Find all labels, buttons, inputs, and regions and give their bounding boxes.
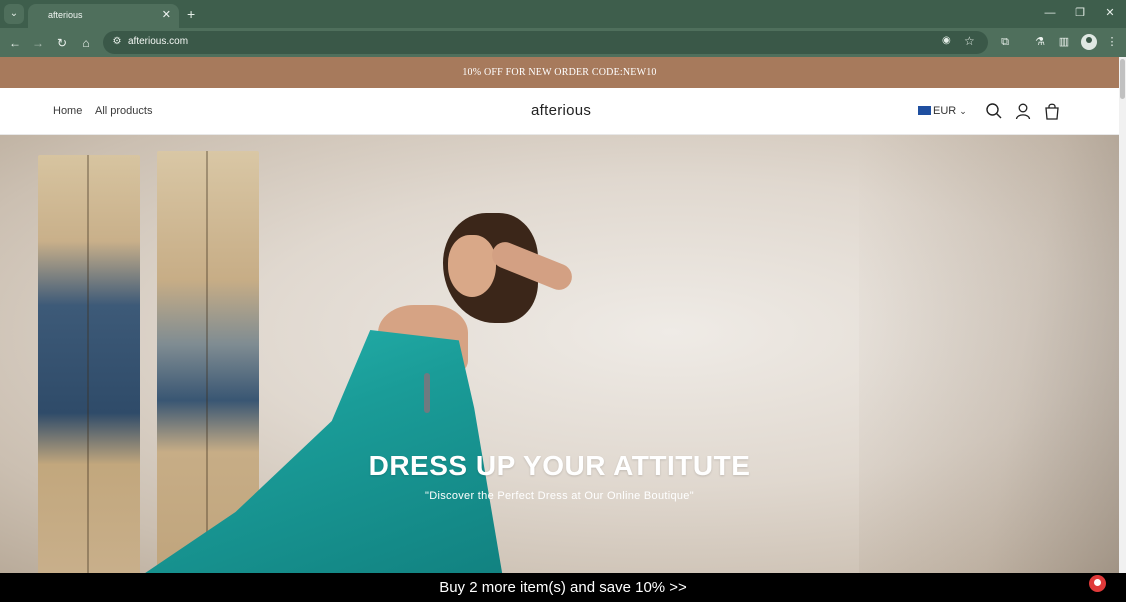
window-close-button[interactable]: ✕ [1098, 4, 1122, 22]
currency-label: EUR [933, 105, 957, 117]
nav-all-products-link[interactable]: All products [95, 105, 152, 117]
site-header: Home All products afterious EUR ⌄ [0, 88, 1119, 135]
model-face-image [448, 235, 496, 297]
account-icon[interactable] [1014, 102, 1032, 120]
forward-arrow-icon[interactable]: → [28, 33, 48, 53]
home-icon[interactable]: ⌂ [76, 33, 96, 53]
currency-selector[interactable]: EUR ⌄ [918, 105, 967, 117]
browser-tab-bar: ⌄ afterious ✕ + — ❐ ✕ [0, 0, 1126, 28]
extensions-icon[interactable]: ⧉ [997, 34, 1013, 50]
tab-title: afterious [48, 10, 83, 20]
hero-wall-shadow [859, 135, 1119, 573]
more-menu-icon[interactable]: ⋮ [1104, 34, 1120, 50]
page-scrollbar[interactable] [1119, 57, 1126, 602]
side-panel-icon[interactable]: ▥ [1056, 34, 1072, 50]
window-restore-button[interactable]: ❐ [1068, 4, 1092, 22]
hero-banner: DRESS UP YOUR ATTITUTE "Discover the Per… [0, 135, 1119, 573]
new-tab-button[interactable]: + [187, 4, 201, 24]
window-minimize-button[interactable]: — [1038, 4, 1062, 22]
site-info-icon[interactable]: ⚙ [110, 35, 124, 49]
hero-subtitle: "Discover the Perfect Dress at Our Onlin… [425, 490, 694, 502]
scrollbar-thumb[interactable] [1120, 59, 1125, 99]
site-logo[interactable]: afterious [531, 102, 591, 119]
address-bar[interactable]: ⚙ afterious.com ◉ ☆ [103, 31, 988, 54]
back-arrow-icon[interactable]: ← [5, 33, 25, 53]
search-icon[interactable] [985, 102, 1003, 120]
announcement-bar: 10% OFF FOR NEW ORDER CODE:NEW10 [0, 57, 1119, 88]
wood-plank-image [38, 155, 140, 573]
promo-bar[interactable]: Buy 2 more item(s) and save 10% >> [0, 573, 1126, 602]
eye-off-icon[interactable]: ◉ [942, 35, 956, 49]
reload-icon[interactable]: ↻ [52, 33, 72, 53]
browser-toolbar: ← → ↻ ⌂ ⚙ afterious.com ◉ ☆ ⧉ ⚗ ▥ ⋮ [0, 28, 1126, 57]
web-page: 10% OFF FOR NEW ORDER CODE:NEW10 Home Al… [0, 57, 1126, 602]
nav-home-link[interactable]: Home [53, 105, 82, 117]
necklace-image [424, 373, 430, 413]
bookmark-star-icon[interactable]: ☆ [964, 34, 978, 48]
browser-tab[interactable]: afterious ✕ [28, 4, 179, 28]
profile-avatar-icon[interactable] [1081, 34, 1097, 50]
tab-search-chevron-icon[interactable]: ⌄ [4, 4, 24, 24]
hero-title: DRESS UP YOUR ATTITUTE [368, 450, 751, 481]
cart-bag-icon[interactable] [1043, 102, 1061, 120]
chevron-down-icon: ⌄ [959, 106, 967, 116]
url-text[interactable]: afterious.com [128, 36, 188, 47]
labs-flask-icon[interactable]: ⚗ [1032, 34, 1048, 50]
chat-widget-icon[interactable] [1089, 575, 1106, 592]
eu-flag-icon [918, 106, 931, 115]
tab-close-icon[interactable]: ✕ [162, 8, 171, 21]
